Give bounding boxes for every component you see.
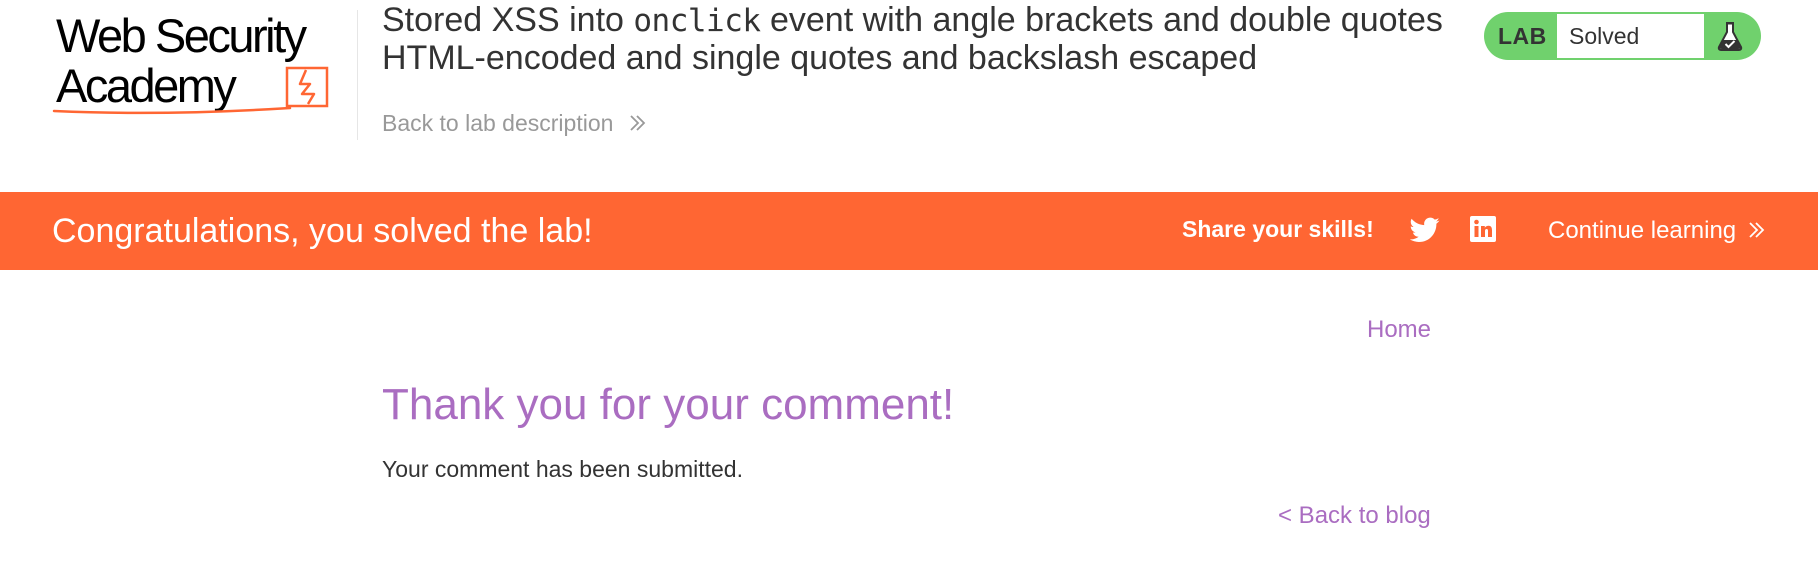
lab-title: Stored XSS into onclick event with angle… (382, 2, 1462, 77)
linkedin-icon[interactable] (1470, 216, 1496, 242)
lab-title-code: onclick (633, 3, 761, 39)
twitter-icon[interactable] (1410, 217, 1440, 243)
flask-check-icon (1717, 22, 1743, 51)
page-title: Thank you for your comment! (382, 380, 955, 429)
main-content: Home Thank you for your comment! Your co… (0, 270, 1818, 567)
double-chevron-right-icon (630, 115, 646, 131)
web-security-academy-logo[interactable]: Web Security Academy (52, 12, 352, 120)
lab-status-text: Solved (1557, 14, 1704, 58)
page-header: Web Security Academy Stored XSS into onc… (0, 0, 1818, 192)
congratulations-message: Congratulations, you solved the lab! (52, 212, 593, 250)
solved-banner: Congratulations, you solved the lab! Sha… (0, 192, 1818, 270)
back-to-lab-description-link[interactable]: Back to lab description (382, 110, 648, 137)
submission-confirmation-text: Your comment has been submitted. (382, 456, 743, 482)
lab-badge-label: LAB (1498, 23, 1547, 49)
logo-lightning-mark (52, 66, 329, 115)
share-skills-label: Share your skills! (1182, 216, 1374, 242)
back-to-lab-description-label: Back to lab description (382, 110, 614, 136)
lab-title-text-start: Stored XSS into (382, 1, 634, 39)
back-to-blog-link[interactable]: < Back to blog (1278, 502, 1431, 530)
home-link[interactable]: Home (1367, 316, 1431, 344)
header-divider (357, 10, 358, 140)
continue-learning-link[interactable]: Continue learning (1548, 217, 1767, 245)
continue-learning-label: Continue learning (1548, 217, 1737, 244)
double-chevron-right-icon (1749, 222, 1765, 238)
lab-status-badge: LAB Solved (1484, 12, 1761, 60)
